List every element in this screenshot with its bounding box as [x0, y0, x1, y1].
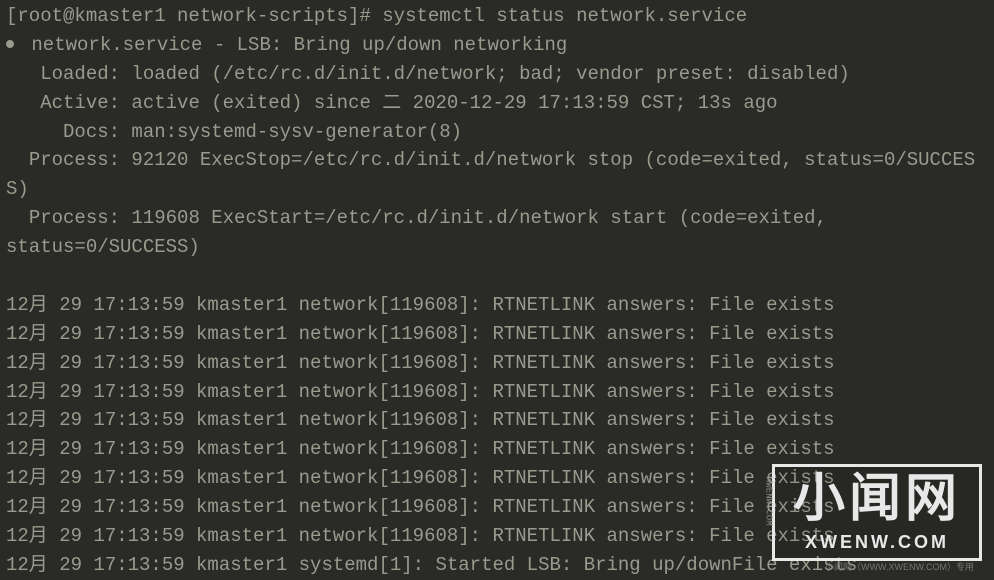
command-prompt-line: [root@kmaster1 network-scripts]# systemc… — [6, 2, 988, 31]
log-line: 12月 29 17:13:59 kmaster1 network[119608]… — [6, 435, 988, 464]
service-header-text: network.service - LSB: Bring up/down net… — [20, 34, 567, 56]
docs-line: Docs: man:systemd-sysv-generator(8) — [6, 118, 988, 147]
log-line: 12月 29 17:13:59 kmaster1 network[119608]… — [6, 464, 988, 493]
blank-line — [6, 262, 988, 291]
watermark-bottom-text: 小闻网（WWW.XWENW.COM）专用 — [825, 561, 974, 575]
process-start-line-a: Process: 119608 ExecStart=/etc/rc.d/init… — [6, 204, 988, 233]
process-stop-line: Process: 92120 ExecStop=/etc/rc.d/init.d… — [6, 146, 988, 204]
log-line: 12月 29 17:13:59 kmaster1 network[119608]… — [6, 291, 988, 320]
active-line: Active: active (exited) since 二 2020-12-… — [6, 89, 988, 118]
log-line: 12月 29 17:13:59 kmaster1 network[119608]… — [6, 378, 988, 407]
status-bullet-icon — [6, 40, 14, 48]
loaded-line: Loaded: loaded (/etc/rc.d/init.d/network… — [6, 60, 988, 89]
service-header-line: network.service - LSB: Bring up/down net… — [6, 31, 988, 60]
terminal-output: [root@kmaster1 network-scripts]# systemc… — [6, 2, 988, 580]
log-line: 12月 29 17:13:59 kmaster1 network[119608]… — [6, 406, 988, 435]
log-line: 12月 29 17:13:59 kmaster1 network[119608]… — [6, 320, 988, 349]
log-line: 12月 29 17:13:59 kmaster1 network[119608]… — [6, 522, 988, 551]
log-line: 12月 29 17:13:59 kmaster1 network[119608]… — [6, 349, 988, 378]
process-start-line-b: status=0/SUCCESS) — [6, 233, 988, 262]
log-line: 12月 29 17:13:59 kmaster1 network[119608]… — [6, 493, 988, 522]
